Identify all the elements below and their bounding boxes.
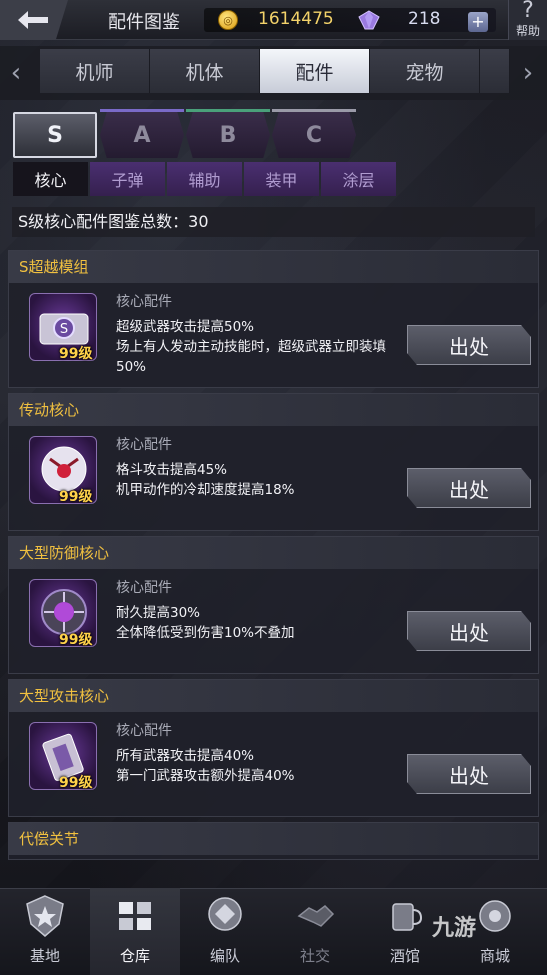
part-name: S超越模组: [9, 251, 538, 283]
chevron-right-icon[interactable]: ›: [516, 54, 540, 92]
social-icon: [297, 905, 335, 927]
formation-icon: [208, 897, 242, 931]
rank-a-indicator: [100, 109, 184, 112]
collection-total: S级核心配件图鉴总数：30: [12, 207, 535, 237]
nav-warehouse[interactable]: 仓库: [90, 888, 180, 975]
rank-tab-s[interactable]: S: [13, 112, 97, 158]
rank-tab-a[interactable]: A: [100, 112, 184, 158]
part-name: 大型攻击核心: [9, 680, 538, 712]
watermark: 九游: [432, 916, 477, 941]
part-type: 核心配件: [116, 580, 172, 596]
help-label: 帮助: [515, 24, 540, 38]
rank-tab-b[interactable]: B: [186, 112, 270, 158]
question-icon: ?: [522, 0, 534, 23]
nav-label: 基地: [29, 947, 60, 965]
svg-text:S: S: [60, 322, 68, 337]
base-icon: [26, 895, 64, 937]
subtab-armor[interactable]: 装甲: [244, 162, 319, 196]
part-card: 传动核心 99级 核心配件 格斗攻击提高45% 机甲动作的冷却速度提高18% 出…: [8, 393, 539, 531]
source-button[interactable]: 出处: [407, 325, 531, 365]
coin-count: 1614475: [258, 9, 334, 29]
part-type: 核心配件: [116, 294, 172, 310]
nav-formation[interactable]: 编队: [180, 888, 270, 975]
tab-parts[interactable]: 配件: [260, 49, 370, 93]
nav-base[interactable]: 基地: [0, 888, 90, 975]
subtab-core[interactable]: 核心: [13, 162, 88, 196]
subtab-bullet[interactable]: 子弹: [90, 162, 165, 196]
rank-b-indicator: [186, 109, 270, 112]
tab-mech[interactable]: 机体: [150, 49, 260, 93]
gem-icon: [358, 10, 380, 30]
tab-pilot[interactable]: 机师: [40, 49, 150, 93]
nav-social[interactable]: 社交: [270, 888, 360, 975]
part-card-partial: 代偿关节: [8, 822, 539, 860]
subtab-support[interactable]: 辅助: [167, 162, 242, 196]
part-card: 大型攻击核心 99级 核心配件 所有武器攻击提高40% 第一门武器攻击额外提高4…: [8, 679, 539, 817]
nav-label: 社交: [299, 947, 330, 965]
tab-pet[interactable]: 宠物: [370, 49, 480, 93]
source-button[interactable]: 出处: [407, 611, 531, 651]
part-card: S超越模组 S 99级 核心配件 超级武器攻击提高50% 场上有人发动主动技能时…: [8, 250, 539, 388]
nav-label: 商城: [479, 947, 510, 965]
part-description: 超级武器攻击提高50% 场上有人发动主动技能时，超级武器立即装填50%: [116, 319, 386, 375]
part-level: 99级: [59, 775, 93, 791]
part-description: 耐久提高30% 全体降低受到伤害10%不叠加: [116, 605, 295, 641]
part-name: 大型防御核心: [9, 537, 538, 569]
source-button[interactable]: 出处: [407, 468, 531, 508]
part-name: 代偿关节: [9, 823, 538, 855]
part-level: 99级: [59, 489, 93, 505]
coin-icon: ◎: [218, 10, 238, 30]
rank-c-indicator: [272, 109, 356, 112]
tavern-icon: [392, 903, 423, 931]
part-level: 99级: [59, 632, 93, 648]
part-description: 所有武器攻击提高40% 第一门武器攻击额外提高40%: [116, 748, 295, 784]
help-button[interactable]: ? 帮助: [508, 0, 547, 40]
nav-label: 仓库: [119, 947, 150, 965]
part-name: 传动核心: [9, 394, 538, 426]
shop-icon: [479, 900, 511, 932]
nav-label: 酒馆: [389, 947, 420, 965]
nav-label: 编队: [209, 947, 240, 965]
part-card: 大型防御核心 99级 核心配件 耐久提高30% 全体降低受到伤害10%不叠加 出…: [8, 536, 539, 674]
back-arrow-icon: [18, 11, 48, 29]
subtab-coating[interactable]: 涂层: [321, 162, 396, 196]
part-description: 格斗攻击提高45% 机甲动作的冷却速度提高18%: [116, 462, 295, 498]
add-gems-button[interactable]: +: [468, 12, 488, 32]
rank-tab-c[interactable]: C: [272, 112, 356, 158]
currency-bar: [204, 8, 496, 32]
source-button[interactable]: 出处: [407, 754, 531, 794]
page-title: 配件图鉴: [108, 12, 180, 33]
part-type: 核心配件: [116, 437, 172, 453]
chevron-left-icon[interactable]: ‹: [4, 54, 28, 92]
tab-overflow: [480, 49, 510, 93]
gem-count: 218: [408, 9, 441, 29]
part-level: 99级: [59, 346, 93, 362]
part-type: 核心配件: [116, 723, 172, 739]
warehouse-icon: [119, 902, 151, 930]
